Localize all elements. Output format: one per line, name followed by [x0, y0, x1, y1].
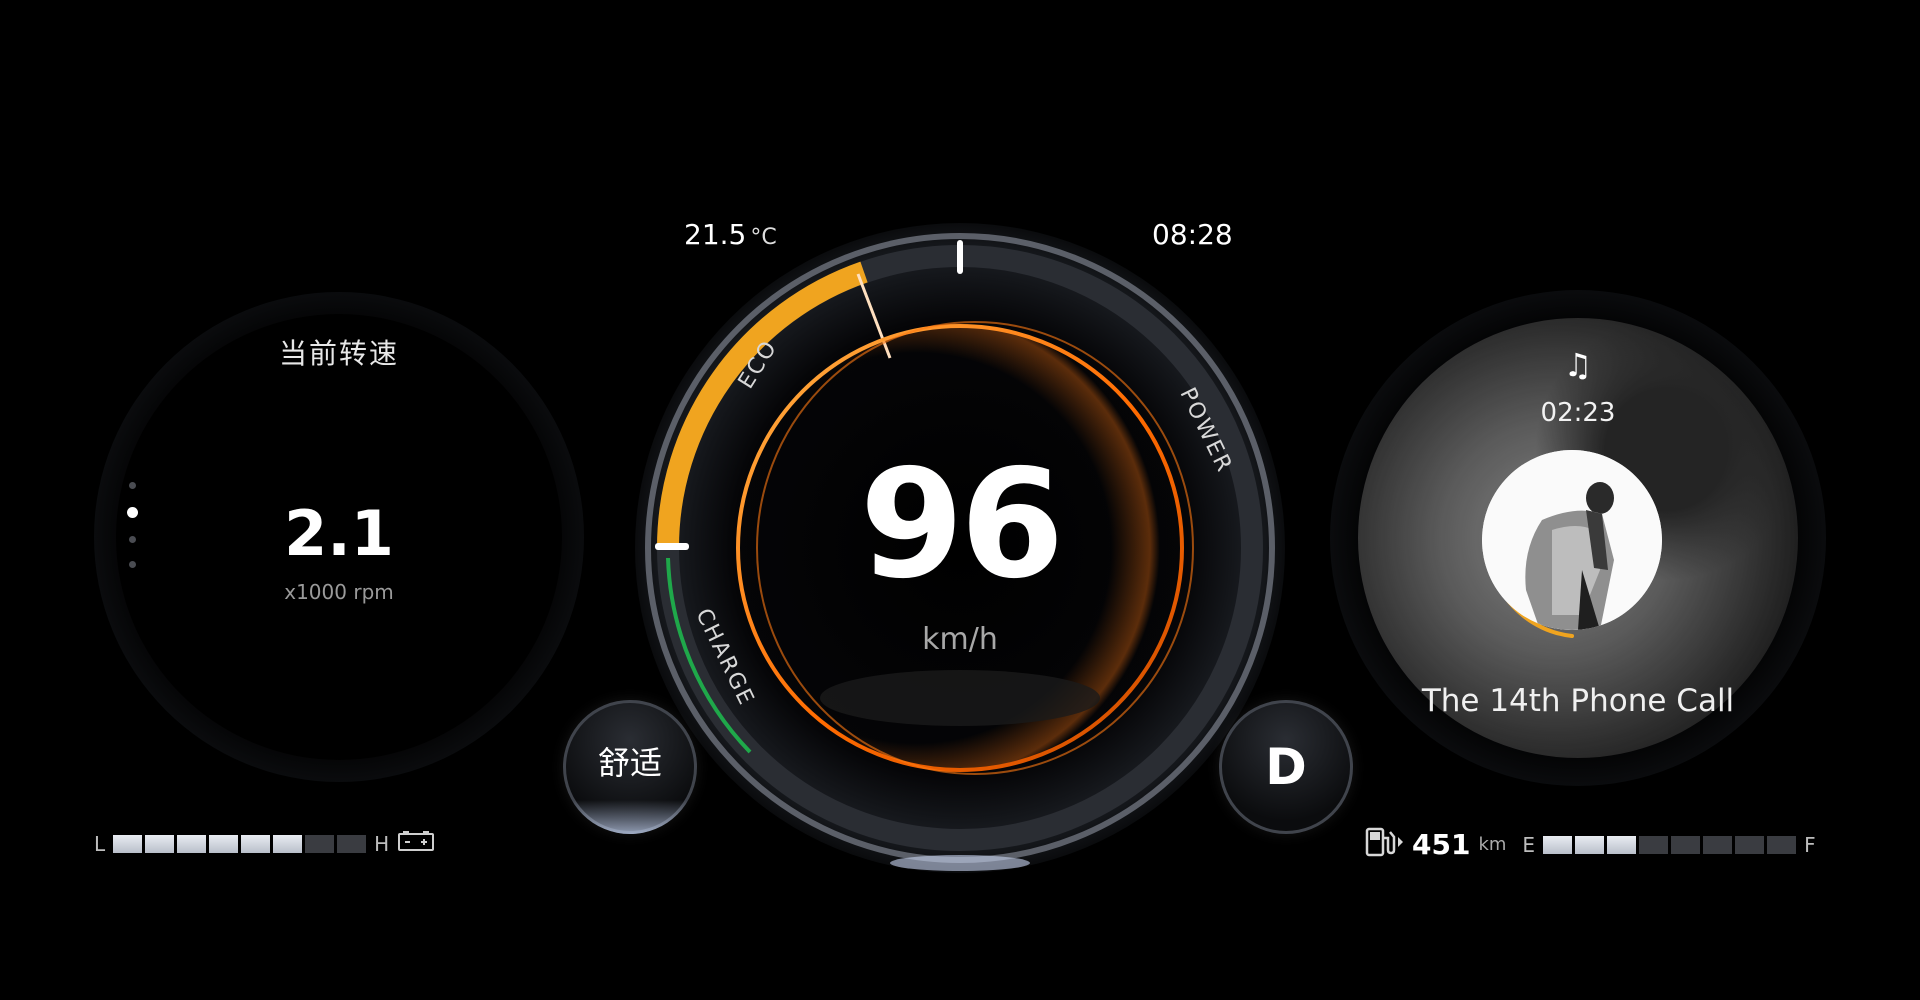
speedometer: 96 km/h — [630, 218, 1290, 878]
drive-mode-button[interactable]: 舒适 — [563, 700, 697, 834]
rpm-gauge-title: 当前转速 — [278, 337, 399, 370]
temp-low-label: L — [94, 831, 106, 856]
bar-segment — [305, 834, 335, 853]
range-unit: km — [1478, 834, 1507, 855]
rpm-gauge[interactable]: 当前转速 2.1 x1000 rpm — [94, 292, 584, 782]
rpm-value: 2.1 — [284, 497, 394, 570]
outside-temperature: 21.5 °C — [684, 218, 777, 251]
fuel-empty-label: E — [1522, 832, 1536, 857]
bar-segment — [273, 834, 303, 853]
fuel-pump-icon — [1364, 826, 1404, 863]
gear-indicator-button[interactable]: D — [1219, 700, 1353, 834]
album-art-image — [1482, 450, 1662, 630]
bar-segment — [1703, 835, 1733, 854]
page-dot[interactable] — [128, 482, 136, 489]
bar-segment — [1575, 835, 1605, 854]
bar-segment — [1671, 835, 1701, 854]
media-gauge[interactable]: ♫ 02:23 The 14th Phone Call — [1330, 290, 1826, 786]
instrument-cluster: 当前转速 2.1 x1000 rpm L H 96 km/h 21.5 °C 0… — [0, 0, 1920, 1000]
bar-segment — [241, 834, 271, 853]
media-elapsed-time: 02:23 — [1540, 398, 1616, 428]
fuel-bar-segments — [1543, 835, 1797, 854]
temp-bar-segments — [113, 834, 367, 853]
bar-segment — [1735, 835, 1765, 854]
clock: 08:28 — [1152, 218, 1233, 251]
outside-temp-unit: °C — [750, 225, 777, 250]
music-note-icon: ♫ — [1563, 346, 1593, 384]
bar-segment — [113, 834, 143, 853]
gear-label: D — [1265, 738, 1307, 796]
battery-icon — [397, 829, 437, 858]
outside-temp-value: 21.5 — [684, 218, 747, 251]
range-value: 451 — [1412, 828, 1471, 861]
button-glow — [563, 800, 697, 834]
fuel-full-label: F — [1804, 832, 1816, 857]
bar-segment — [337, 834, 367, 853]
album-art[interactable] — [1482, 450, 1662, 630]
bar-segment — [1607, 835, 1637, 854]
rpm-unit: x1000 rpm — [284, 580, 394, 604]
drive-mode-label: 舒适 — [597, 744, 662, 782]
bar-segment — [1543, 835, 1573, 854]
bar-segment — [177, 834, 207, 853]
bar-segment — [209, 834, 239, 853]
speed-value: 96 — [859, 438, 1065, 612]
bar-segment — [145, 834, 175, 853]
bar-segment — [1639, 835, 1669, 854]
fuel-bar: 451 km E F — [1364, 826, 1816, 863]
temp-high-label: H — [374, 831, 390, 856]
bar-segment — [1767, 835, 1797, 854]
temperature-bar: L H — [94, 829, 437, 858]
top-marker — [957, 240, 963, 274]
song-title: The 14th Phone Call — [1421, 683, 1735, 719]
